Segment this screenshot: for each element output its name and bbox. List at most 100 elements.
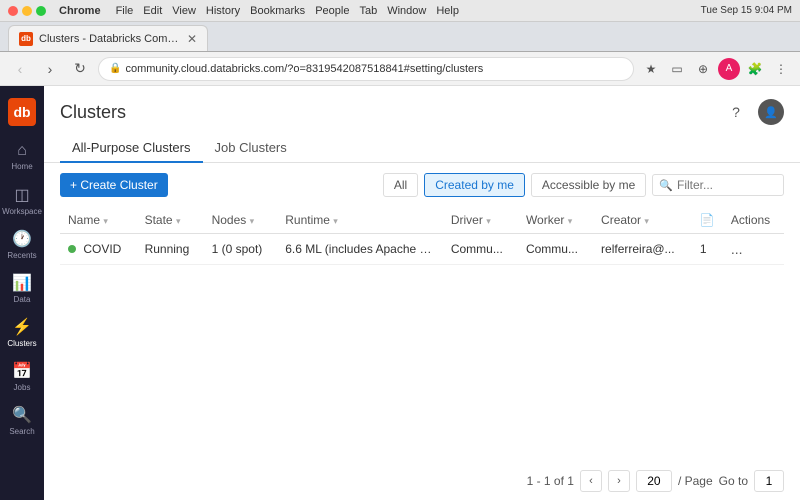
page-size-input[interactable] (636, 470, 672, 492)
create-cluster-button[interactable]: + Create Cluster (60, 173, 168, 197)
tab-title: Clusters - Databricks Commu... (39, 33, 181, 45)
data-icon: 📊 (12, 273, 32, 293)
col-worker: Worker ▾ (518, 207, 593, 234)
name-sort-icon[interactable]: ▾ (103, 216, 108, 226)
menu-edit[interactable]: Edit (143, 5, 162, 17)
menu-people[interactable]: People (315, 5, 349, 17)
bookmark-icon[interactable]: ★ (640, 58, 662, 80)
help-button[interactable]: ? (722, 98, 750, 126)
row-actions-button[interactable]: ... (731, 241, 743, 257)
tab-favicon: db (19, 32, 33, 46)
chrome-menu-icon[interactable]: ⋮ (770, 58, 792, 80)
user-button[interactable]: 👤 (758, 99, 784, 125)
cell-runtime: 6.6 ML (includes Apache Spark 2.4.5, S..… (277, 234, 443, 265)
sidebar-item-search[interactable]: 🔍 Search (0, 398, 44, 442)
search-label: Search (9, 427, 34, 436)
filter-accessible-by-me-button[interactable]: Accessible by me (531, 173, 646, 197)
cell-spark: 1 (692, 234, 723, 265)
sidebar-logo: db (4, 94, 40, 130)
header-actions: ? 👤 (722, 98, 784, 126)
cell-actions: ... (723, 234, 784, 265)
menu-history[interactable]: History (206, 5, 240, 17)
cell-name: COVID (60, 234, 137, 265)
screen-cast-icon[interactable]: ▭ (666, 58, 688, 80)
minimize-window-button[interactable] (22, 6, 32, 16)
table-container: Name ▾ State ▾ Nodes ▾ Runtime (44, 207, 800, 462)
sidebar-item-workspace[interactable]: ◫ Workspace (0, 178, 44, 222)
sidebar-item-home[interactable]: ⌂ Home (0, 134, 44, 178)
workspace-icon: ◫ (14, 185, 29, 205)
active-tab[interactable]: db Clusters - Databricks Commu... ✕ (8, 25, 208, 51)
sidebar-item-jobs[interactable]: 📅 Jobs (0, 354, 44, 398)
title-bar-left: Chrome File Edit View History Bookmarks … (8, 5, 459, 17)
tab-close-button[interactable]: ✕ (187, 32, 197, 46)
menu-help[interactable]: Help (436, 5, 459, 17)
sidebar: db ⌂ Home ◫ Workspace 🕐 Recents 📊 Data ⚡… (0, 86, 44, 500)
url-display[interactable]: community.cloud.databricks.com/?o=831954… (125, 63, 623, 75)
jobs-label: Jobs (14, 383, 31, 392)
url-bar: ‹ › ↻ 🔒 community.cloud.databricks.com/?… (0, 52, 800, 86)
lock-icon: 🔒 (109, 63, 121, 74)
back-button[interactable]: ‹ (8, 57, 32, 81)
filter-all-button[interactable]: All (383, 173, 418, 197)
tab-job-clusters[interactable]: Job Clusters (203, 134, 299, 163)
pagination-info: 1 - 1 of 1 (527, 474, 574, 488)
toolbar: + Create Cluster All Created by me Acces… (44, 163, 800, 207)
workspace-label: Workspace (2, 207, 42, 216)
filter-search-input[interactable] (677, 178, 777, 192)
reload-button[interactable]: ↻ (68, 57, 92, 81)
state-sort-icon[interactable]: ▾ (176, 216, 181, 226)
goto-label: Go to (719, 474, 748, 488)
cell-state: Running (137, 234, 204, 265)
menu-view[interactable]: View (172, 5, 196, 17)
filter-search-icon: 🔍 (659, 179, 673, 192)
pagination: 1 - 1 of 1 ‹ › / Page Go to (44, 462, 800, 500)
home-icon: ⌂ (17, 142, 27, 160)
app-layout: db ⌂ Home ◫ Workspace 🕐 Recents 📊 Data ⚡… (0, 86, 800, 500)
driver-sort-icon[interactable]: ▾ (486, 216, 491, 226)
page-title: Clusters (60, 102, 126, 123)
menu-bar: File Edit View History Bookmarks People … (116, 5, 459, 17)
title-bar-right: Tue Sep 15 9:04 PM (701, 5, 792, 16)
search-icon: 🔍 (12, 405, 32, 425)
filter-created-by-me-button[interactable]: Created by me (424, 173, 525, 197)
clusters-label: Clusters (7, 339, 36, 348)
nodes-sort-icon[interactable]: ▾ (250, 216, 255, 226)
filter-search-container: 🔍 (652, 174, 784, 196)
databricks-logo: db (8, 98, 36, 126)
profile-icon[interactable]: A (718, 58, 740, 80)
worker-sort-icon[interactable]: ▾ (568, 216, 573, 226)
jobs-icon: 📅 (12, 361, 32, 381)
sidebar-item-clusters[interactable]: ⚡ Clusters (0, 310, 44, 354)
col-nodes: Nodes ▾ (204, 207, 278, 234)
sidebar-item-recents[interactable]: 🕐 Recents (0, 222, 44, 266)
spark-col-icon: 📄 (700, 213, 715, 227)
zoom-icon[interactable]: ⊕ (692, 58, 714, 80)
menu-window[interactable]: Window (387, 5, 426, 17)
url-input-container: 🔒 community.cloud.databricks.com/?o=8319… (98, 57, 634, 81)
cell-nodes: 1 (0 spot) (204, 234, 278, 265)
tab-all-purpose[interactable]: All-Purpose Clusters (60, 134, 203, 163)
prev-page-button[interactable]: ‹ (580, 470, 602, 492)
menu-bookmarks[interactable]: Bookmarks (250, 5, 305, 17)
sidebar-item-data[interactable]: 📊 Data (0, 266, 44, 310)
maximize-window-button[interactable] (36, 6, 46, 16)
system-time: Tue Sep 15 9:04 PM (701, 5, 792, 16)
col-spark: 📄 (692, 207, 723, 234)
next-page-button[interactable]: › (608, 470, 630, 492)
cell-driver: Commu... (443, 234, 518, 265)
creator-sort-icon[interactable]: ▾ (644, 216, 649, 226)
title-bar: Chrome File Edit View History Bookmarks … (0, 0, 800, 22)
forward-button[interactable]: › (38, 57, 62, 81)
cell-creator: relferreira@... (593, 234, 692, 265)
filter-group: All Created by me Accessible by me 🔍 (383, 173, 784, 197)
col-name: Name ▾ (60, 207, 137, 234)
menu-file[interactable]: File (116, 5, 134, 17)
per-page-label: / Page (678, 474, 713, 488)
menu-tab[interactable]: Tab (359, 5, 377, 17)
close-window-button[interactable] (8, 6, 18, 16)
table-header-row: Name ▾ State ▾ Nodes ▾ Runtime (60, 207, 784, 234)
runtime-sort-icon[interactable]: ▾ (333, 216, 338, 226)
extensions-icon[interactable]: 🧩 (744, 58, 766, 80)
goto-page-input[interactable] (754, 470, 784, 492)
